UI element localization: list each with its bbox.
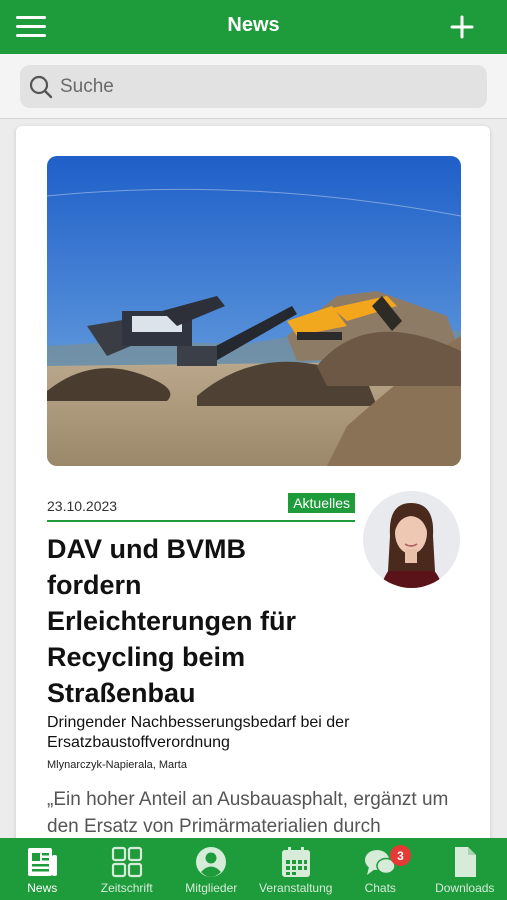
tab-downloads-label: Downloads bbox=[435, 881, 495, 895]
search-bar[interactable] bbox=[20, 65, 487, 108]
category-badge[interactable]: Aktuelles bbox=[288, 493, 355, 513]
article-author: Mlynarczyk-Napierala, Marta bbox=[47, 759, 187, 771]
tab-veranstaltung-label: Veranstaltung bbox=[259, 881, 333, 895]
plus-icon bbox=[450, 15, 474, 39]
search-icon bbox=[29, 75, 53, 98]
article-image bbox=[47, 156, 461, 466]
article-meta: 23.10.2023 Aktuelles bbox=[47, 492, 355, 522]
tab-chats[interactable]: 3 Chats bbox=[338, 838, 423, 900]
author-avatar bbox=[363, 491, 460, 588]
tab-mitglieder[interactable]: Mitglieder bbox=[169, 838, 254, 900]
tab-chats-label: Chats bbox=[364, 881, 396, 895]
calendar-icon bbox=[278, 845, 314, 879]
grid-icon bbox=[109, 845, 145, 879]
chats-unread-badge: 3 bbox=[390, 845, 411, 866]
tab-news-label: News bbox=[27, 881, 58, 895]
add-button[interactable] bbox=[443, 8, 481, 46]
bottom-tab-bar: News Zeitschrift Mitglieder Veranstaltun… bbox=[0, 838, 507, 900]
news-article-card[interactable]: 23.10.2023 Aktuelles DAV und BVMB forder… bbox=[16, 126, 490, 866]
tab-downloads[interactable]: Downloads bbox=[423, 838, 507, 900]
newspaper-icon bbox=[24, 845, 60, 879]
article-date: 23.10.2023 bbox=[47, 498, 118, 514]
page-title: News bbox=[227, 14, 280, 36]
article-excerpt: „Ein hoher Anteil an Ausbauasphalt, ergä… bbox=[47, 789, 449, 837]
article-headline[interactable]: DAV und BVMB fordern Erleichterungen für… bbox=[47, 531, 347, 711]
app-bar: News bbox=[0, 0, 507, 54]
article-subtitle: Dringender Nachbesserungsbedarf bei der … bbox=[47, 714, 350, 751]
user-circle-icon bbox=[193, 845, 229, 879]
tab-veranstaltung[interactable]: Veranstaltung bbox=[254, 838, 339, 900]
tab-news[interactable]: News bbox=[0, 838, 85, 900]
tab-zeitschrift-label: Zeitschrift bbox=[100, 881, 153, 895]
document-icon bbox=[447, 845, 483, 879]
tab-zeitschrift[interactable]: Zeitschrift bbox=[85, 838, 170, 900]
search-bar-container bbox=[0, 54, 507, 119]
search-input[interactable] bbox=[58, 74, 462, 99]
tab-mitglieder-label: Mitglieder bbox=[185, 881, 238, 895]
